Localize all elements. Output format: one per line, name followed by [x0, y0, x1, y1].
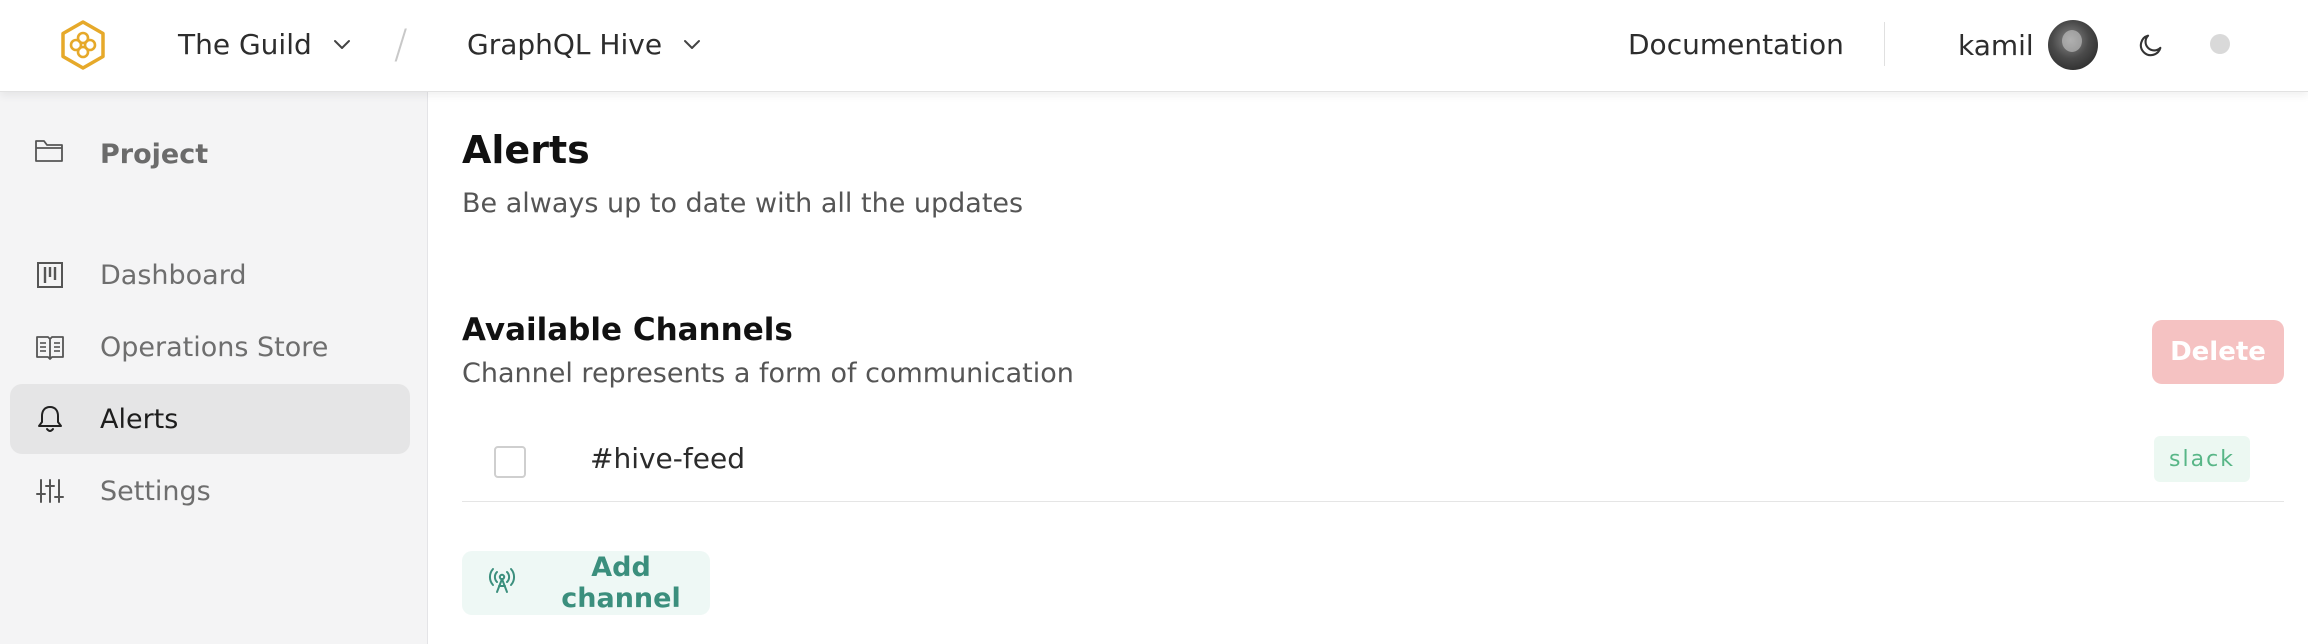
dashboard-icon [34, 259, 66, 291]
status-dot [2210, 34, 2230, 54]
avatar [2047, 20, 2098, 70]
folder-icon [34, 138, 64, 171]
sidebar-item-label: Operations Store [100, 331, 329, 363]
organization-name: The Guild [178, 27, 312, 61]
sidebar-item-label: Dashboard [100, 259, 247, 291]
documentation-link[interactable]: Documentation [1628, 24, 1844, 64]
book-icon [34, 331, 66, 363]
table-row: #hive-feed slack [462, 422, 2284, 502]
sidebar-item-label: Alerts [100, 403, 179, 435]
page-subtitle: Be always up to date with all the update… [462, 188, 1024, 219]
add-channel-button[interactable]: Add channel [462, 551, 710, 615]
sliders-icon [34, 475, 66, 507]
channel-type-badge: slack [2154, 436, 2250, 482]
sidebar-item-operations-store[interactable]: Operations Store [10, 312, 410, 382]
sidebar-section-title: Project [100, 138, 209, 170]
organization-selector[interactable]: The Guild [178, 24, 354, 64]
sidebar-item-settings[interactable]: Settings [10, 456, 410, 526]
channel-name: #hive-feed [590, 442, 745, 475]
sidebar-item-dashboard[interactable]: Dashboard [10, 240, 410, 310]
project-selector[interactable]: GraphQL Hive [467, 24, 704, 64]
broadcast-icon [488, 566, 516, 601]
chevron-down-icon [680, 32, 704, 56]
sidebar: Project Dashboard Operations Store Alert… [0, 92, 428, 644]
hive-logo-icon[interactable] [56, 18, 110, 72]
delete-button[interactable]: Delete [2152, 320, 2284, 384]
header-divider [1884, 22, 1885, 66]
hive-logo-svg [61, 20, 105, 70]
theme-toggle-moon-icon[interactable] [2134, 28, 2168, 62]
user-menu[interactable]: kamil [1958, 18, 2098, 72]
username: kamil [1958, 28, 2034, 62]
breadcrumb-separator: / [394, 22, 408, 68]
sidebar-section-project: Project [34, 134, 208, 174]
channels-section-subtitle: Channel represents a form of communicati… [462, 358, 1074, 389]
project-name: GraphQL Hive [467, 27, 663, 61]
chevron-down-icon [330, 32, 354, 56]
bell-icon [34, 403, 66, 435]
add-channel-label: Add channel [561, 552, 681, 614]
top-header: The Guild / GraphQL Hive Documentation k… [0, 0, 2308, 92]
sidebar-item-label: Settings [100, 475, 211, 507]
sidebar-item-alerts[interactable]: Alerts [10, 384, 410, 454]
channel-checkbox[interactable] [494, 446, 526, 478]
page-title: Alerts [462, 128, 590, 172]
channels-section-title: Available Channels [462, 312, 793, 348]
